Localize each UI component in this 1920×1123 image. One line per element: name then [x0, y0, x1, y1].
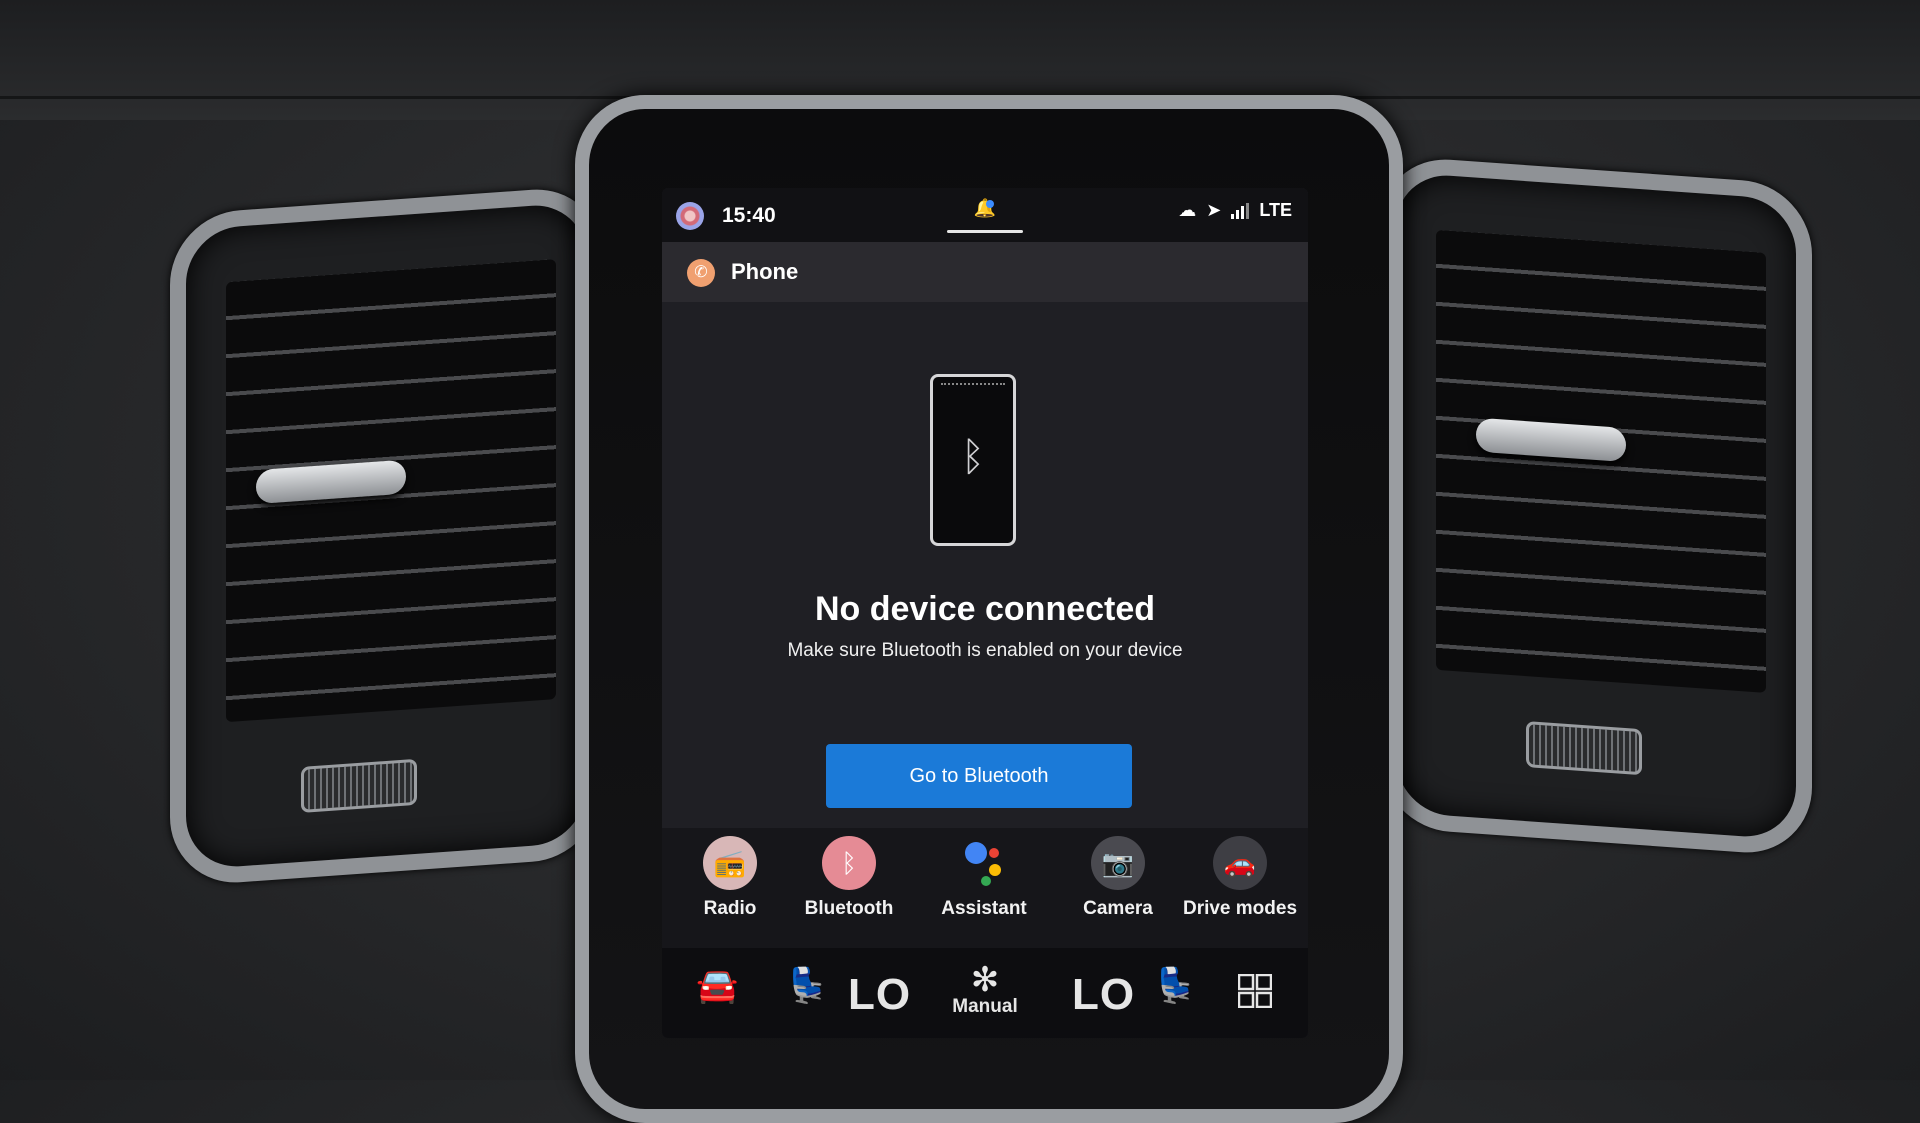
dock-item-camera[interactable]: 📷 Camera	[1058, 836, 1178, 920]
infotainment-screen: 15:40 🔔 ☁ ➤ LTE ✆ Phone ᛒ No device conn…	[662, 188, 1308, 1038]
drive-modes-icon: 🚗	[1213, 836, 1267, 890]
navigation-icon: ➤	[1206, 200, 1222, 220]
camera-icon: 📷	[1091, 836, 1145, 890]
vent-grille	[1436, 229, 1766, 693]
seat-heat-right-icon[interactable]: 💺	[1154, 966, 1196, 1006]
empty-state-message: Make sure Bluetooth is enabled on your d…	[787, 640, 1183, 661]
car-icon[interactable]: 🚘	[696, 966, 738, 1006]
status-icons: ☁ ➤ LTE	[1178, 200, 1292, 221]
grid-menu-icon[interactable]	[1237, 973, 1273, 1013]
radio-icon: 📻	[703, 836, 757, 890]
assistant-icon	[957, 836, 1011, 890]
bluetooth-icon: ᛒ	[822, 836, 876, 890]
phone-icon: ✆	[687, 259, 715, 287]
status-bar: 15:40 🔔 ☁ ➤ LTE	[662, 188, 1308, 242]
left-air-vent	[170, 184, 602, 888]
fan-icon: ✻	[970, 961, 1000, 999]
fan-mode-label: Manual	[952, 996, 1018, 1017]
network-type: LTE	[1259, 200, 1292, 220]
notification-icon[interactable]: 🔔	[962, 198, 1008, 232]
go-to-bluetooth-button[interactable]: Go to Bluetooth	[826, 744, 1132, 808]
phone-illustration: ᛒ	[930, 374, 1016, 546]
notification-handle[interactable]	[947, 230, 1023, 233]
empty-state-title: No device connected	[814, 590, 1156, 628]
clock: 15:40	[722, 204, 776, 227]
phone-notch	[941, 383, 1005, 388]
dock-label: Bluetooth	[804, 898, 894, 919]
dock-item-radio[interactable]: 📻 Radio	[670, 836, 790, 920]
bluetooth-icon: ᛒ	[961, 435, 985, 479]
dock-label: Radio	[703, 898, 757, 919]
app-header: ✆ Phone	[662, 242, 1308, 302]
app-title: Phone	[731, 259, 799, 284]
cloud-sync-icon: ☁	[1178, 200, 1197, 220]
dock-item-drive-modes[interactable]: 🚗 Drive modes	[1180, 836, 1300, 920]
dock-label: Assistant	[941, 898, 1027, 919]
vent-wheel	[301, 758, 417, 813]
notification-dot	[986, 200, 994, 208]
right-temperature[interactable]: LO	[1072, 970, 1135, 1020]
dock-item-bluetooth[interactable]: ᛒ Bluetooth	[789, 836, 909, 920]
seat-heat-left-icon[interactable]: 💺	[786, 966, 828, 1006]
climate-bar: 🚘 💺 LO ✻ Manual LO 💺	[662, 948, 1308, 1038]
dock-label: Drive modes	[1182, 898, 1298, 919]
app-dock: 📻 Radio ᛒ Bluetooth Assistant 📷 Camera 🚗…	[662, 828, 1308, 948]
vent-wheel	[1526, 721, 1642, 776]
dock-label: Camera	[1083, 898, 1153, 919]
right-air-vent	[1380, 154, 1812, 858]
dock-item-assistant[interactable]: Assistant	[924, 836, 1044, 920]
profile-icon[interactable]	[676, 202, 704, 230]
signal-icon	[1231, 202, 1250, 219]
left-temperature[interactable]: LO	[848, 970, 911, 1020]
fan-control[interactable]: ✻ Manual	[940, 960, 1030, 1018]
